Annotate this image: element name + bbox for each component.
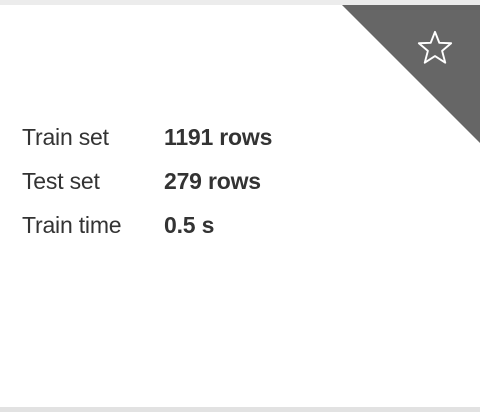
stat-value: 279 rows bbox=[164, 167, 261, 194]
model-summary-card: Train set 1191 rows Test set 279 rows Tr… bbox=[0, 5, 480, 407]
corner-ribbon bbox=[342, 5, 480, 143]
stats-list: Train set 1191 rows Test set 279 rows Tr… bbox=[22, 115, 272, 247]
star-corner-button[interactable] bbox=[342, 5, 480, 143]
stat-value: 1191 rows bbox=[164, 123, 273, 150]
stat-label: Train time bbox=[22, 211, 122, 238]
stat-label: Test set bbox=[22, 167, 100, 194]
star-icon bbox=[417, 30, 453, 64]
bottom-divider bbox=[0, 407, 480, 412]
stat-row-train-set: Train set 1191 rows bbox=[22, 115, 272, 159]
stat-row-test-set: Test set 279 rows bbox=[22, 159, 272, 203]
stat-value: 0.5 s bbox=[164, 211, 215, 238]
stat-row-train-time: Train time 0.5 s bbox=[22, 203, 272, 247]
stat-label: Train set bbox=[22, 123, 109, 150]
